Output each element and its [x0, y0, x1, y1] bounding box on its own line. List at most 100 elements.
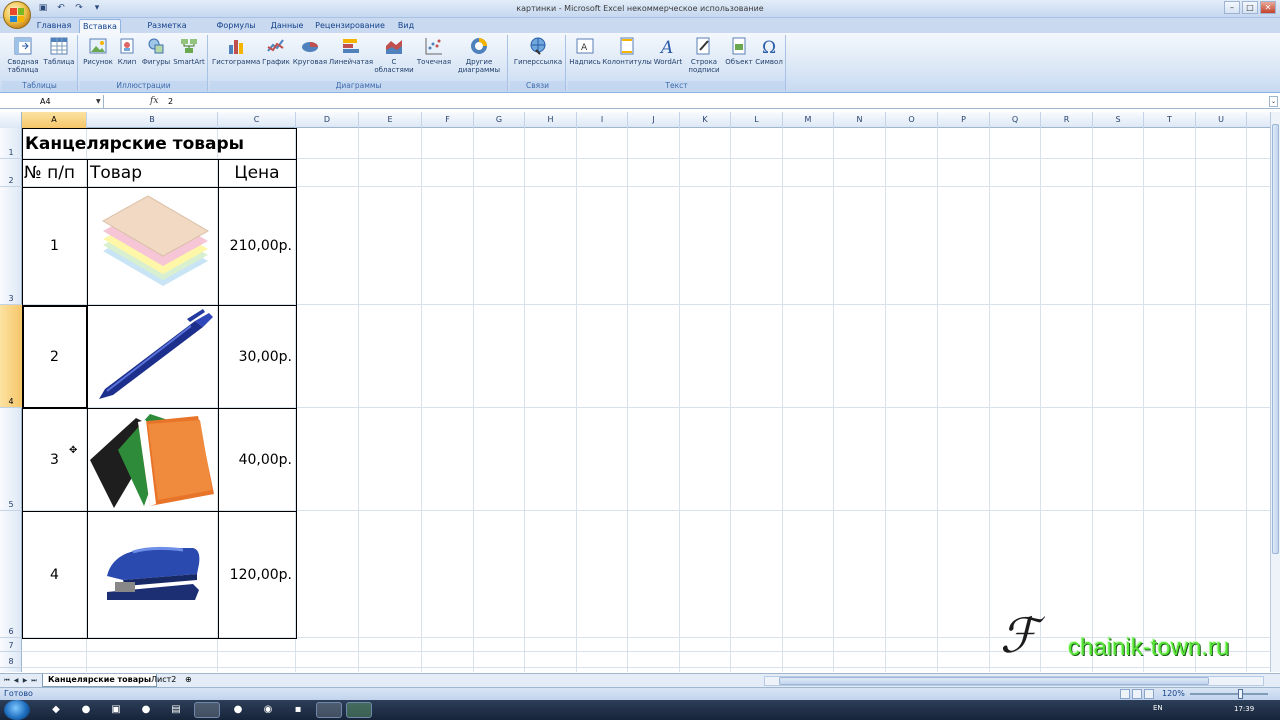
zoom-level[interactable]: 120%: [1162, 688, 1185, 700]
formula-input[interactable]: 2: [168, 95, 173, 108]
sheet-tab-office-supplies[interactable]: Канцелярские товары: [42, 674, 158, 687]
line-chart-button[interactable]: График: [260, 36, 292, 66]
column-header-j[interactable]: J: [628, 112, 680, 128]
tab-insert[interactable]: Вставка: [79, 19, 121, 33]
zoom-slider-knob[interactable]: [1238, 689, 1243, 699]
row-header-2[interactable]: 2: [0, 159, 22, 187]
tab-review[interactable]: Рецензирование: [314, 19, 386, 33]
area-chart-button[interactable]: С областями: [374, 36, 414, 74]
clock[interactable]: 17:39: [1234, 705, 1254, 713]
app-icon[interactable]: ●: [232, 704, 244, 716]
column-header-f[interactable]: F: [422, 112, 474, 128]
line-chart-label: График: [262, 58, 290, 66]
prev-sheet-icon[interactable]: ◀: [12, 676, 20, 685]
normal-view-icon[interactable]: [1120, 689, 1130, 699]
column-header-a[interactable]: A: [22, 112, 87, 128]
last-sheet-icon[interactable]: ⏭: [30, 676, 38, 685]
media-icon[interactable]: ▣: [110, 704, 122, 716]
first-sheet-icon[interactable]: ⏮: [3, 676, 11, 685]
tab-data[interactable]: Данные: [266, 19, 308, 33]
name-box-dropdown-icon[interactable]: ▼: [96, 95, 101, 108]
taskbar-excel[interactable]: [346, 702, 372, 718]
select-all-corner[interactable]: [0, 112, 22, 128]
column-header-o[interactable]: O: [886, 112, 938, 128]
column-header-h[interactable]: H: [525, 112, 577, 128]
table-button[interactable]: Таблица: [42, 36, 76, 66]
picture-button[interactable]: Рисунок: [82, 36, 114, 66]
app-icon[interactable]: ▪: [292, 704, 304, 716]
column-header-q[interactable]: Q: [990, 112, 1041, 128]
vertical-scrollbar[interactable]: [1270, 112, 1280, 672]
column-header-s[interactable]: S: [1093, 112, 1144, 128]
row-header-6[interactable]: 6: [0, 511, 22, 638]
pie-chart-button[interactable]: Круговая: [292, 36, 328, 66]
shapes-button[interactable]: Фигуры: [140, 36, 172, 66]
next-sheet-icon[interactable]: ▶: [21, 676, 29, 685]
row-header-8[interactable]: 8: [0, 652, 22, 668]
row-header-7[interactable]: 7: [0, 638, 22, 652]
folder-icon[interactable]: ▤: [170, 704, 182, 716]
page-break-view-icon[interactable]: [1144, 689, 1154, 699]
column-header-m[interactable]: M: [783, 112, 834, 128]
app-icon[interactable]: ◉: [262, 704, 274, 716]
scatter-chart-button[interactable]: Точечная: [414, 36, 454, 66]
wordart-button[interactable]: A WordArt: [652, 36, 684, 66]
cell-area[interactable]: Канцелярские товары № п/п Товар Цена 1 2…: [22, 128, 1270, 672]
insert-sheet-icon[interactable]: ⊕: [180, 674, 197, 687]
row-header-3[interactable]: 3: [0, 187, 22, 305]
tab-home[interactable]: Главная: [34, 19, 74, 33]
column-header-t[interactable]: T: [1144, 112, 1196, 128]
insert-function-icon[interactable]: fx: [150, 95, 158, 108]
group-text-label: Текст: [568, 81, 785, 91]
column-header-g[interactable]: G: [474, 112, 525, 128]
column-header-n[interactable]: N: [834, 112, 886, 128]
object-button[interactable]: Объект: [724, 36, 754, 66]
pivot-table-button[interactable]: Сводная таблица: [4, 36, 42, 74]
row-header-4[interactable]: 4: [0, 305, 22, 408]
skype-icon[interactable]: ●: [80, 704, 92, 716]
other-charts-button[interactable]: Другие диаграммы: [454, 36, 504, 74]
horizontal-scroll-thumb[interactable]: [779, 677, 1209, 685]
row-header-1[interactable]: 1: [0, 128, 22, 159]
vertical-scroll-thumb[interactable]: [1272, 124, 1279, 554]
clip-art-button[interactable]: Клип: [114, 36, 140, 66]
expand-formula-bar-icon[interactable]: ⌄: [1269, 96, 1278, 107]
column-header-u[interactable]: U: [1196, 112, 1247, 128]
tab-formulas[interactable]: Формулы: [214, 19, 258, 33]
column-chart-button[interactable]: Гистограмма: [212, 36, 260, 66]
tab-page-layout[interactable]: Разметка страницы: [128, 19, 206, 43]
column-header-c[interactable]: C: [218, 112, 296, 128]
column-header-r[interactable]: R: [1041, 112, 1093, 128]
office-button[interactable]: [3, 1, 31, 29]
text-box-button[interactable]: A Надпись: [568, 36, 602, 66]
column-header-p[interactable]: P: [938, 112, 990, 128]
shield-icon[interactable]: ◆: [50, 704, 62, 716]
zoom-slider[interactable]: [1190, 689, 1268, 699]
name-box[interactable]: A4: [0, 95, 104, 108]
bar-chart-button[interactable]: Линейчатая: [328, 36, 374, 66]
taskbar-app[interactable]: [194, 702, 220, 718]
smartart-button[interactable]: SmartArt: [172, 36, 206, 66]
column-header-k[interactable]: K: [680, 112, 731, 128]
taskbar-explorer[interactable]: [316, 702, 342, 718]
tab-view[interactable]: Вид: [392, 19, 420, 33]
horizontal-scrollbar[interactable]: [764, 676, 1264, 686]
column-header-d[interactable]: D: [296, 112, 359, 128]
sheet-tab-sheet2[interactable]: Лист2: [146, 674, 181, 687]
column-header-l[interactable]: L: [731, 112, 783, 128]
page-layout-view-icon[interactable]: [1132, 689, 1142, 699]
symbol-button[interactable]: Ω Символ: [754, 36, 784, 66]
header-footer-button[interactable]: Колонтитулы: [602, 36, 652, 66]
minimize-button[interactable]: –: [1224, 1, 1240, 14]
close-button[interactable]: ✕: [1260, 1, 1276, 14]
column-header-e[interactable]: E: [359, 112, 422, 128]
browser-icon[interactable]: ●: [140, 704, 152, 716]
hyperlink-button[interactable]: Гиперссылка: [512, 36, 564, 66]
start-button[interactable]: [4, 700, 30, 720]
column-header-b[interactable]: B: [87, 112, 218, 128]
signature-line-button[interactable]: Строка подписи: [684, 36, 724, 74]
row-header-5[interactable]: 5: [0, 408, 22, 511]
language-indicator[interactable]: EN: [1153, 704, 1163, 712]
column-header-i[interactable]: I: [577, 112, 628, 128]
maximize-button[interactable]: □: [1242, 1, 1258, 14]
